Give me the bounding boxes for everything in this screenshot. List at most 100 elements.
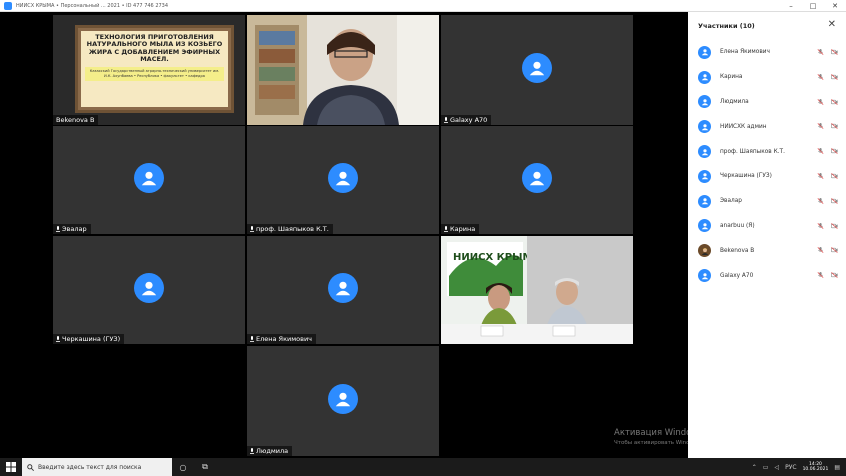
participant-row[interactable]: Galaxy A70 xyxy=(688,263,846,288)
participant-status-icons xyxy=(817,148,838,155)
start-button[interactable] xyxy=(0,458,22,476)
tile-name: Galaxy A70 xyxy=(450,116,488,124)
video-off-icon[interactable] xyxy=(831,173,838,179)
mic-muted-icon[interactable] xyxy=(817,123,824,130)
taskbar-clock[interactable]: 14:20 10.06.2021 xyxy=(803,462,829,473)
person-icon xyxy=(701,49,708,56)
participant-status-icons xyxy=(817,247,838,254)
video-off-icon[interactable] xyxy=(831,247,838,254)
person-icon xyxy=(335,392,351,407)
video-tile-cherkashina[interactable]: Черкашина (ГУЗ) xyxy=(53,236,245,344)
mic-muted-icon[interactable] xyxy=(817,222,824,229)
minimize-button[interactable]: – xyxy=(780,0,802,12)
mic-muted-icon[interactable] xyxy=(817,272,824,278)
tile-name-tag: Bekenova B xyxy=(53,115,99,125)
video-off-icon[interactable] xyxy=(831,98,838,105)
participants-header: Участники (10) ✕ xyxy=(688,12,846,40)
notifications-icon[interactable]: ▤ xyxy=(834,464,840,471)
close-window-button[interactable]: ✕ xyxy=(824,0,846,12)
video-tile-karina[interactable]: Карина xyxy=(441,126,633,234)
participants-panel: Участники (10) ✕ Елена Якимович Карина Люд… xyxy=(688,12,846,458)
person-icon xyxy=(529,171,545,186)
participant-row[interactable]: НИИСХК админ xyxy=(688,114,846,139)
participant-avatar xyxy=(522,53,552,83)
close-panel-button[interactable]: ✕ xyxy=(828,20,836,30)
search-placeholder: Введите здесь текст для поиска xyxy=(38,463,142,471)
participant-name: Людмила xyxy=(720,98,749,105)
participant-row[interactable]: anarbuu (Я) xyxy=(688,214,846,239)
participant-avatar xyxy=(134,163,164,193)
slide-title: ТЕХНОЛОГИЯ ПРИГОТОВЛЕНИЯ НАТУРАЛЬНОГО МЫ… xyxy=(86,33,223,64)
participant-row[interactable]: Эвалар xyxy=(688,189,846,214)
tile-name: Елена Якимович xyxy=(256,335,313,343)
mic-muted-icon[interactable] xyxy=(817,148,824,155)
avatar-photo-icon xyxy=(701,248,708,255)
window-title: НИИСХ КРЫМА • Персональный ... 2021 • ID… xyxy=(16,2,169,9)
participant-status-icons xyxy=(817,123,838,130)
maximize-button[interactable]: □ xyxy=(802,0,824,12)
video-off-icon[interactable] xyxy=(831,197,838,204)
participant-status-icons xyxy=(817,98,838,105)
tile-name: Черкашина (ГУЗ) xyxy=(62,335,121,343)
task-view-icon[interactable]: ⧉ xyxy=(194,458,216,476)
video-tile-bekenova[interactable]: ТЕХНОЛОГИЯ ПРИГОТОВЛЕНИЯ НАТУРАЛЬНОГО МЫ… xyxy=(53,15,245,125)
participant-row[interactable]: Bekenova B xyxy=(688,238,846,263)
video-tile-camera-woman[interactable] xyxy=(247,15,439,125)
participant-avatar xyxy=(698,95,711,109)
video-tile-camera-panel[interactable]: НИИСХ КРЫМА xyxy=(441,236,633,344)
video-off-icon[interactable] xyxy=(831,49,838,55)
mic-muted-icon[interactable] xyxy=(817,98,824,105)
tile-name-tag: Черкашина (ГУЗ) xyxy=(53,334,125,344)
video-tile-lyudmila[interactable]: Людмила xyxy=(247,346,439,456)
video-off-icon[interactable] xyxy=(831,73,838,80)
video-off-icon[interactable] xyxy=(831,148,838,155)
participant-name: anarbuu (Я) xyxy=(720,222,755,229)
mic-muted-icon[interactable] xyxy=(817,197,824,204)
participant-avatar xyxy=(328,384,358,414)
cortana-icon[interactable]: ○ xyxy=(172,458,194,476)
video-tile-elena[interactable]: Елена Якимович xyxy=(247,236,439,344)
shared-slide: ТЕХНОЛОГИЯ ПРИГОТОВЛЕНИЯ НАТУРАЛЬНОГО МЫ… xyxy=(75,25,234,113)
tile-name-tag: проф. Шаяпыков К.Т. xyxy=(247,224,333,234)
clock-date: 10.06.2021 xyxy=(802,467,829,472)
network-icon[interactable]: ▭ xyxy=(763,464,769,471)
participant-avatar xyxy=(698,219,711,233)
tray-chevron-icon[interactable]: ⌃ xyxy=(752,464,757,471)
windows-logo-icon xyxy=(6,462,16,472)
video-tile-galaxy-a70[interactable]: Galaxy A70 xyxy=(441,15,633,125)
participant-avatar xyxy=(134,273,164,303)
mic-muted-icon[interactable] xyxy=(817,172,824,179)
participant-avatar xyxy=(698,169,711,183)
taskbar-search-box[interactable]: Введите здесь текст для поиска xyxy=(22,458,172,476)
windows-taskbar: Введите здесь текст для поиска ○ ⧉ ⌃ ▭ ◁… xyxy=(0,458,846,476)
tile-name-tag: Эвалар xyxy=(53,224,91,234)
mic-muted-icon[interactable] xyxy=(817,247,824,254)
participant-row[interactable]: Елена Якимович xyxy=(688,40,846,65)
volume-icon[interactable]: ◁ xyxy=(774,464,779,471)
video-tile-shayapykov[interactable]: проф. Шаяпыков К.Т. xyxy=(247,126,439,234)
video-off-icon[interactable] xyxy=(831,222,838,229)
person-icon xyxy=(701,223,708,230)
participant-row[interactable]: Черкашина (ГУЗ) xyxy=(688,164,846,189)
video-off-icon[interactable] xyxy=(831,272,838,278)
person-icon xyxy=(141,281,157,296)
person-icon xyxy=(701,74,708,81)
mic-muted-icon[interactable] xyxy=(817,73,824,80)
participant-row[interactable]: проф. Шаяпыков К.Т. xyxy=(688,139,846,164)
tile-name-tag: Елена Якимович xyxy=(247,334,317,344)
video-tile-evalar[interactable]: Эвалар xyxy=(53,126,245,234)
window-titlebar: НИИСХ КРЫМА • Персональный ... 2021 • ID… xyxy=(0,0,846,12)
participant-row[interactable]: Карина xyxy=(688,65,846,90)
participant-avatar xyxy=(328,163,358,193)
mic-muted-icon[interactable] xyxy=(817,49,824,55)
person-icon xyxy=(335,171,351,186)
tile-name-tag: Людмила xyxy=(247,446,293,456)
participant-status-icons xyxy=(817,49,838,55)
video-off-icon[interactable] xyxy=(831,123,838,130)
system-tray: ⌃ ▭ ◁ РУС 14:20 10.06.2021 ▤ xyxy=(752,458,846,476)
participant-status-icons xyxy=(817,197,838,204)
participant-row[interactable]: Людмила xyxy=(688,90,846,115)
participant-avatar xyxy=(698,269,711,283)
language-indicator[interactable]: РУС xyxy=(785,464,796,471)
person-icon xyxy=(701,198,708,205)
